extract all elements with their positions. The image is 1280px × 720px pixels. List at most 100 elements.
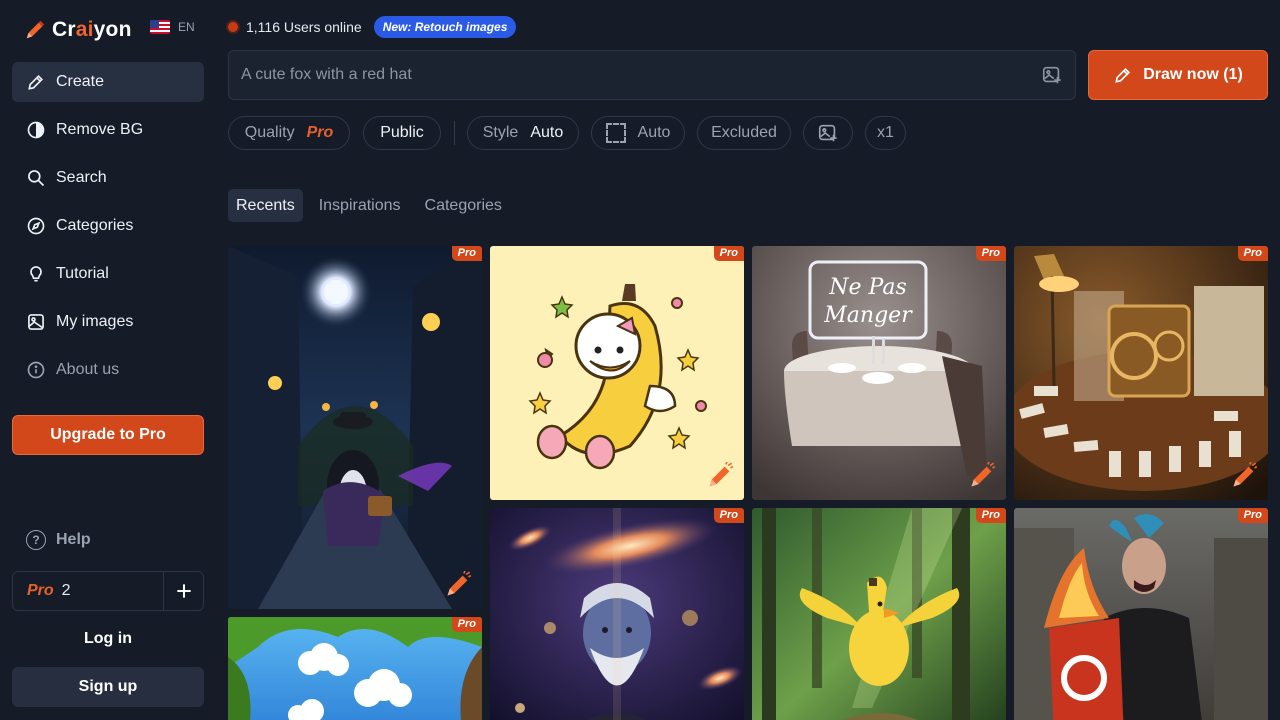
sidebar-item-label: Remove BG <box>56 121 144 138</box>
ne-pas-manger-table-image[interactable]: Ne Pas Manger Pro <box>752 246 1006 500</box>
question-icon: ? <box>26 530 46 550</box>
image-icon <box>26 312 46 332</box>
visibility-toggle[interactable]: Public <box>363 116 441 150</box>
pro-badge: Pro <box>451 617 482 632</box>
style-label: Style <box>482 124 519 141</box>
draw-now-label: Draw now (1) <box>1143 66 1243 83</box>
image-reference-button[interactable] <box>803 116 853 150</box>
quality-label: Quality <box>244 124 295 141</box>
prompt-box <box>228 50 1076 100</box>
compass-icon <box>26 216 46 236</box>
aspect-ratio-value: Auto <box>637 124 671 141</box>
sidebar-item-create[interactable]: Create <box>12 62 204 102</box>
sidebar-item-my-images[interactable]: My images <box>12 302 204 342</box>
online-dot-icon <box>228 22 238 32</box>
excluded-label: Excluded <box>711 124 777 141</box>
punk-flag-image[interactable]: Pro <box>1014 508 1268 720</box>
users-online-text: 1,116 Users online <box>246 19 362 35</box>
pro-badge: Pro <box>451 246 482 261</box>
add-credits-button[interactable] <box>163 572 203 610</box>
image-upload-icon[interactable] <box>1041 64 1063 86</box>
draw-now-button[interactable]: Draw now (1) <box>1088 50 1268 100</box>
image-add-icon <box>818 124 837 142</box>
pencil-icon <box>26 72 46 92</box>
credits-count: 2 <box>61 582 71 599</box>
language-selector[interactable]: EN <box>150 20 195 34</box>
info-icon <box>26 360 46 380</box>
search-icon <box>26 168 46 188</box>
banana-bird-artwork <box>752 508 1006 720</box>
logo-wordmark: Craiyon <box>52 18 132 41</box>
style-value: Auto <box>530 124 564 141</box>
us-flag-icon <box>150 20 170 34</box>
pro-badge: Pro <box>1237 246 1268 261</box>
banana-bird-forest-image[interactable]: Pro <box>752 508 1006 720</box>
retouch-pencil-icon[interactable] <box>1230 462 1258 490</box>
half-circle-icon <box>26 120 46 140</box>
quality-value: Pro <box>306 124 334 141</box>
excluded-selector[interactable]: Excluded <box>697 116 791 150</box>
galaxy-old-man-artwork <box>490 508 744 720</box>
credits-display: Pro 2 <box>13 572 163 610</box>
punk-flag-artwork <box>1014 508 1268 720</box>
galaxy-old-man-image[interactable]: Pro <box>490 508 744 720</box>
pro-badge: Pro <box>713 508 744 523</box>
pro-badge: Pro <box>713 246 744 261</box>
pro-badge: Pro <box>1237 508 1268 523</box>
help-link[interactable]: ? Help <box>26 530 91 550</box>
penguin-artwork <box>228 246 482 609</box>
credits-tier: Pro <box>27 582 54 599</box>
sidebar-item-label: Search <box>56 169 107 186</box>
sidebar-item-label: My images <box>56 313 134 330</box>
new-feature-badge[interactable]: New: Retouch images <box>373 16 517 38</box>
penguin-detective-image[interactable]: Pro <box>228 246 482 609</box>
signup-button[interactable]: Sign up <box>12 667 204 707</box>
tab-categories[interactable]: Categories <box>417 189 510 222</box>
sidebar-item-label: Tutorial <box>56 265 109 282</box>
gallery-tabs: Recents Inspirations Categories <box>228 189 510 222</box>
cloud-tree-artwork <box>228 617 482 720</box>
sidebar-item-remove-bg[interactable]: Remove BG <box>12 110 204 150</box>
credits-box: Pro 2 <box>12 571 204 611</box>
upgrade-to-pro-button[interactable]: Upgrade to Pro <box>12 415 204 455</box>
pencil-icon <box>1115 67 1131 83</box>
style-selector[interactable]: Style Auto <box>467 116 579 150</box>
tab-inspirations[interactable]: Inspirations <box>311 189 409 222</box>
lightbulb-icon <box>26 264 46 284</box>
prompt-input[interactable] <box>241 66 1041 84</box>
plus-icon <box>176 584 191 598</box>
sidebar: Craiyon EN Create Remove BG Search Categ… <box>0 0 216 720</box>
banana-duck-image[interactable]: Pro <box>490 246 744 500</box>
visibility-value: Public <box>380 124 424 141</box>
sidebar-item-tutorial[interactable]: Tutorial <box>12 254 204 294</box>
tab-recents[interactable]: Recents <box>228 189 303 222</box>
domino-machine-image[interactable]: Pro <box>1014 246 1268 500</box>
sidebar-nav: Create Remove BG Search Categories Tutor… <box>12 62 204 398</box>
sidebar-item-search[interactable]: Search <box>12 158 204 198</box>
pro-badge: Pro <box>975 246 1006 261</box>
sidebar-item-label: Categories <box>56 217 134 234</box>
login-button[interactable]: Log in <box>12 621 204 657</box>
craiyon-logo[interactable]: Craiyon <box>24 16 132 44</box>
aspect-ratio-icon <box>605 123 626 143</box>
aspect-ratio-selector[interactable]: Auto <box>591 116 685 150</box>
sidebar-item-label: Create <box>56 73 105 90</box>
logo-pencil-icon <box>26 20 45 39</box>
svg-text:Ne Pas: Ne Pas <box>828 275 906 300</box>
sidebar-item-about-us[interactable]: About us <box>12 350 204 390</box>
svg-text:Manger: Manger <box>823 303 913 328</box>
language-code: EN <box>178 20 195 34</box>
cloud-tree-image[interactable]: Pro <box>228 617 482 720</box>
quality-selector[interactable]: Quality Pro <box>228 116 350 150</box>
image-count-value: x1 <box>877 124 894 141</box>
help-label: Help <box>56 531 91 548</box>
options-divider <box>454 121 455 145</box>
retouch-pencil-icon[interactable] <box>968 462 996 490</box>
pro-badge: Pro <box>975 508 1006 523</box>
retouch-pencil-icon[interactable] <box>706 462 734 490</box>
online-status: 1,116 Users online New: Retouch images <box>228 16 517 38</box>
retouch-pencil-icon[interactable] <box>444 571 472 599</box>
sidebar-item-categories[interactable]: Categories <box>12 206 204 246</box>
sidebar-item-label: About us <box>56 361 120 378</box>
image-count-selector[interactable]: x1 <box>865 116 906 150</box>
